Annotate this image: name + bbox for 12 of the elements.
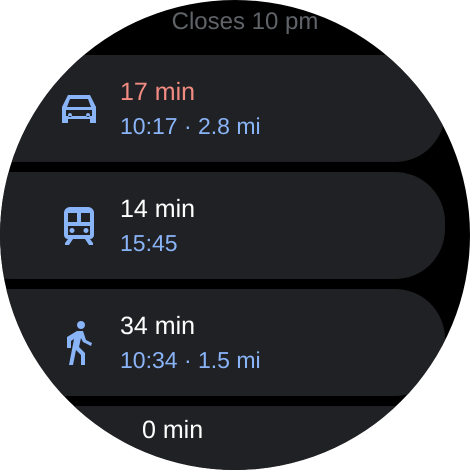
closing-hours: Closes 10 pm (172, 8, 318, 36)
duration: 17 min (120, 78, 196, 106)
walking-person-icon (65, 320, 93, 364)
route-details: 10:17 · 2.8 mi (120, 112, 261, 140)
duration: 14 min (120, 194, 196, 224)
car-icon (60, 92, 98, 124)
train-icon (64, 206, 94, 244)
route-details: 15:45 (120, 230, 179, 256)
duration: 0 min (142, 416, 204, 444)
duration: 34 min (120, 312, 196, 340)
route-details: 10:34 · 1.5 mi (120, 346, 261, 374)
route-card[interactable]: 14 min 15:45 (0, 172, 445, 279)
